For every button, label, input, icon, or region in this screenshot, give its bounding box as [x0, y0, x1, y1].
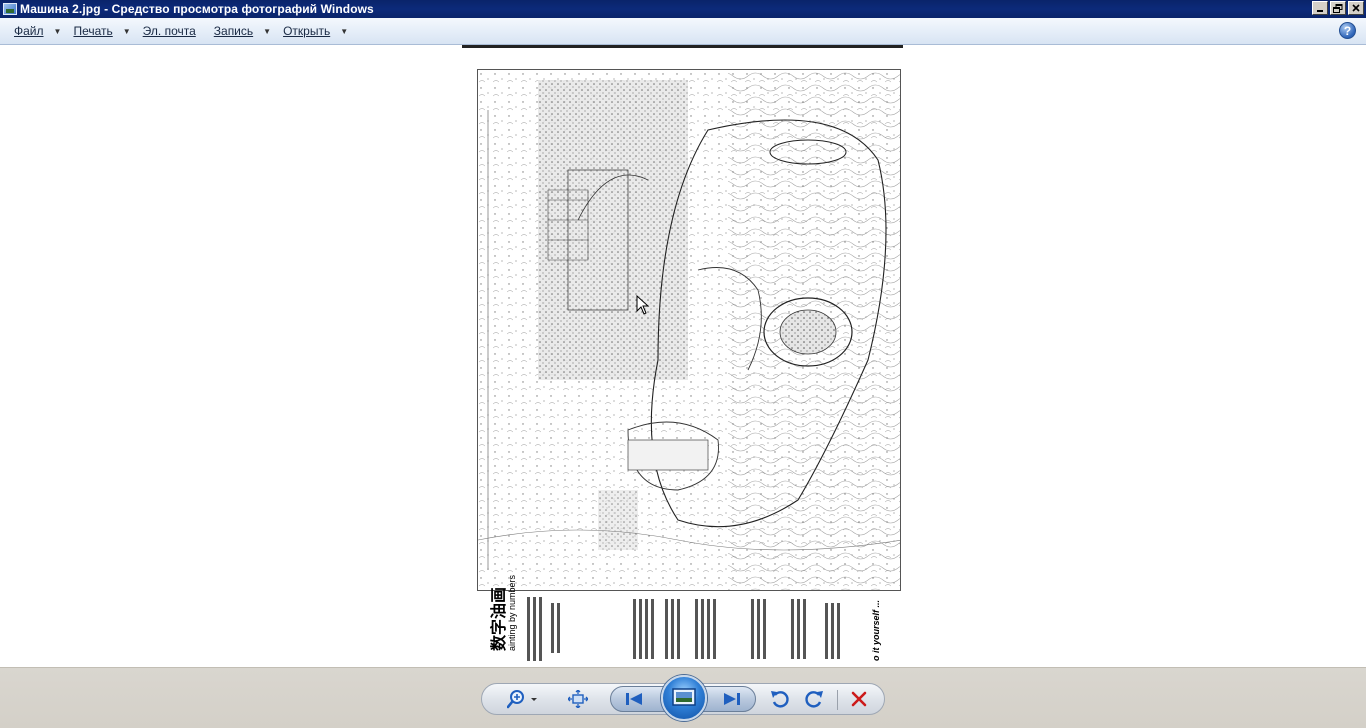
photo-canvas[interactable]: 数字油画 ainting by numbers o it yourself .. [0, 45, 1366, 667]
chevron-down-icon: ▼ [263, 26, 272, 36]
rotate-clockwise-button[interactable] [802, 688, 826, 710]
window-title: Машина 2.jpg - Средство просмотра фотогр… [20, 2, 374, 16]
paint-by-numbers-sketch [478, 70, 900, 590]
help-icon: ? [1343, 23, 1352, 38]
bottom-toolbar [0, 667, 1366, 728]
menu-email-label: Эл. почта [142, 24, 196, 38]
window-controls [1312, 1, 1364, 15]
help-button[interactable]: ? [1339, 22, 1356, 39]
menu-file-label: Файл [14, 24, 44, 38]
actual-size-icon [568, 690, 588, 708]
next-button[interactable] [718, 689, 746, 709]
photo-viewer-app-icon[interactable] [3, 3, 17, 15]
restore-button[interactable] [1330, 1, 1346, 15]
rotate-clockwise-icon [805, 691, 823, 708]
next-icon [724, 693, 740, 705]
photo-edge-line [462, 45, 903, 48]
displayed-photo: 数字油画 ainting by numbers o it yourself .. [462, 45, 904, 667]
minimize-icon [1317, 10, 1323, 12]
chevron-down-icon: ▼ [122, 26, 131, 36]
delete-button[interactable] [848, 688, 870, 710]
zoom-button[interactable] [506, 688, 542, 710]
delete-icon [851, 691, 867, 707]
mouse-pointer-icon [636, 295, 650, 315]
slideshow-button[interactable] [661, 675, 707, 721]
menu-print-label: Печать [73, 24, 113, 38]
minimize-button[interactable] [1312, 1, 1328, 15]
menu-burn[interactable]: Запись ▼ [208, 20, 277, 42]
strip-subtitle-text: ainting by numbers [507, 574, 517, 651]
toolbar-divider [837, 690, 838, 710]
strip-title-text: 数字油画 [491, 586, 508, 651]
previous-icon [626, 693, 642, 705]
menu-print[interactable]: Печать ▼ [67, 20, 136, 42]
menu-open[interactable]: Открыть ▼ [277, 20, 354, 42]
actual-size-button[interactable] [566, 688, 590, 710]
menu-open-label: Открыть [283, 24, 331, 38]
menu-bar: Файл ▼ Печать ▼ Эл. почта Запись ▼ Откры… [0, 18, 1366, 45]
close-icon [1352, 4, 1360, 12]
zoom-icon [507, 690, 537, 709]
menu-burn-label: Запись [213, 24, 254, 38]
title-bar[interactable]: Машина 2.jpg - Средство просмотра фотогр… [0, 0, 1366, 18]
restore-icon [1333, 3, 1343, 13]
strip-tagline-text: o it yourself ... [871, 599, 881, 661]
menu-email[interactable]: Эл. почта [137, 20, 202, 42]
rotate-counterclockwise-icon [771, 691, 789, 708]
chevron-down-icon: ▼ [340, 26, 349, 36]
chevron-down-icon: ▼ [53, 26, 62, 36]
photo-caption-strip: 数字油画 ainting by numbers o it yourself .. [477, 575, 901, 667]
menu-file[interactable]: Файл ▼ [8, 20, 67, 42]
line-art-drawing [477, 69, 901, 591]
slideshow-icon [672, 688, 696, 706]
close-button[interactable] [1348, 1, 1364, 15]
previous-button[interactable] [620, 689, 648, 709]
caption-text-blocks [527, 597, 840, 661]
rotate-counterclockwise-button[interactable] [768, 688, 792, 710]
photo-viewer-window: Машина 2.jpg - Средство просмотра фотогр… [0, 0, 1366, 728]
